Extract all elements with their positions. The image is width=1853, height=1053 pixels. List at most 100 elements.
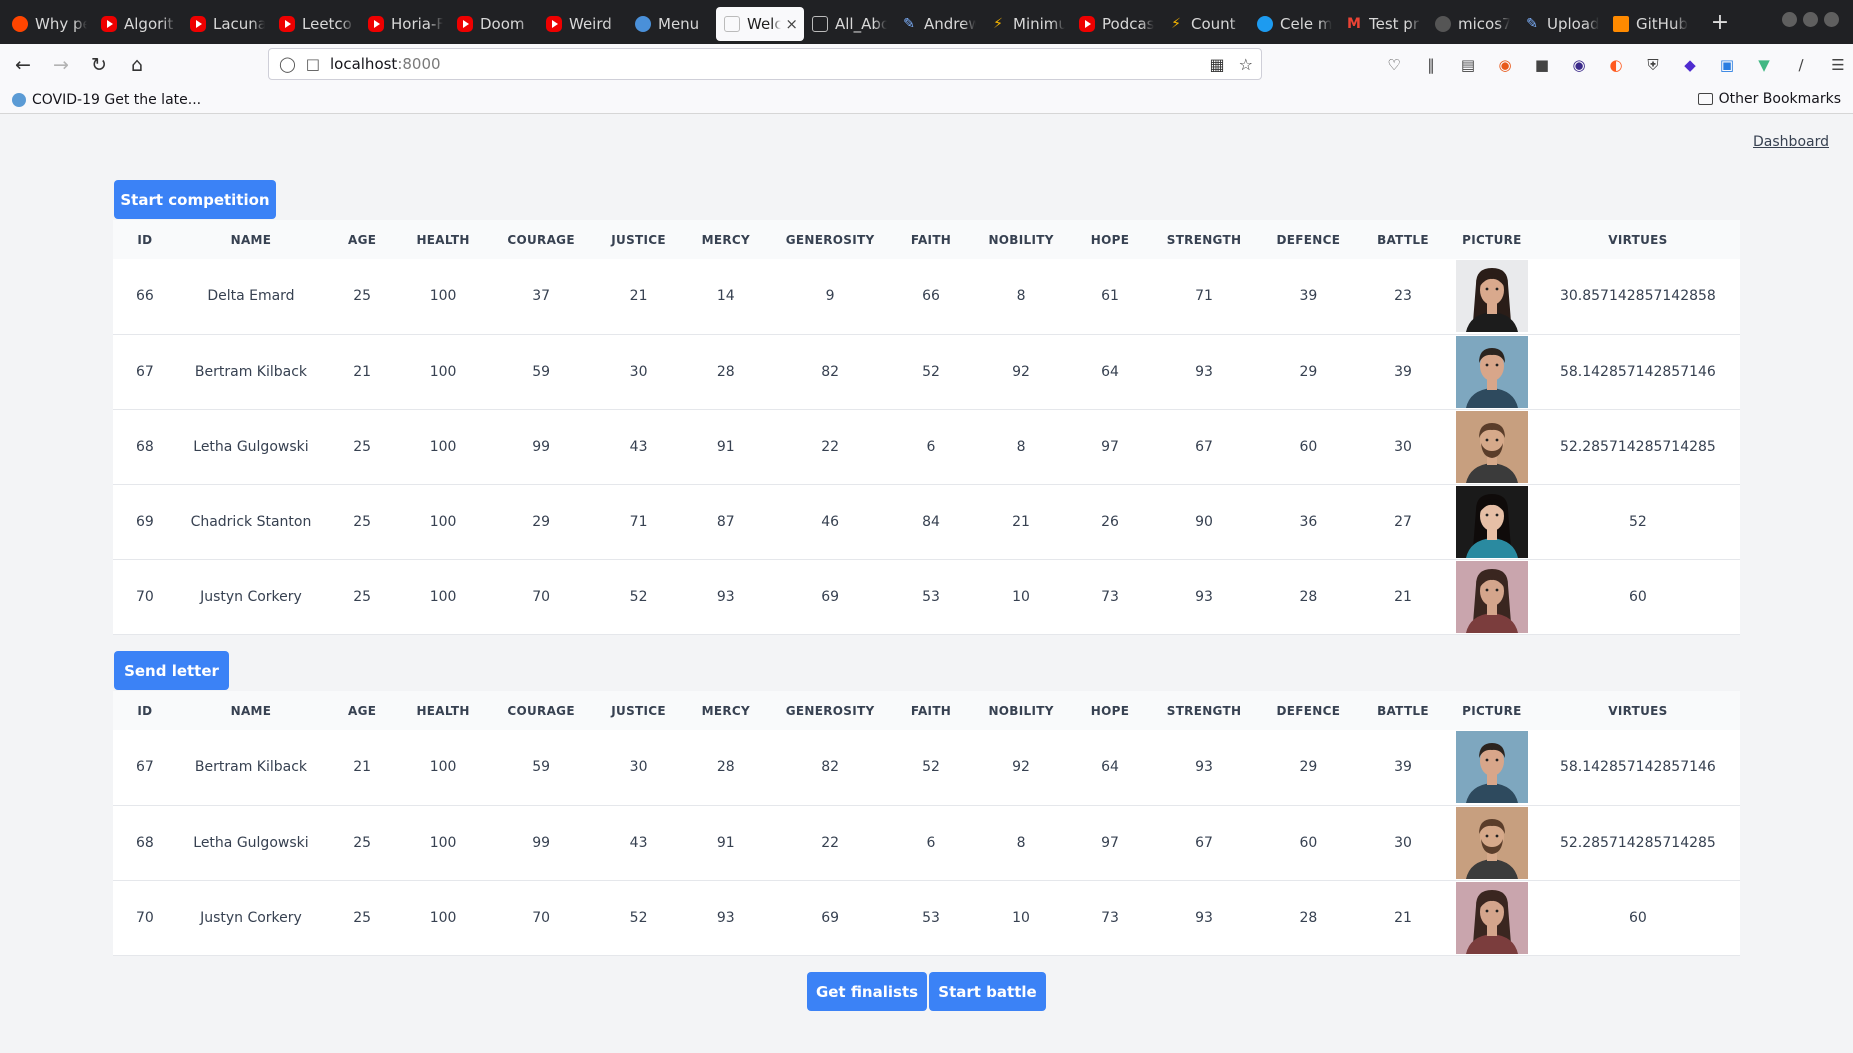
cell-battle: 23 bbox=[1357, 259, 1449, 335]
address-bar[interactable]: ◯ □ localhost:8000 ▦ ☆ bbox=[268, 48, 1262, 80]
cell-justice: 52 bbox=[595, 559, 682, 635]
letters-table: ID NAME AGE HEALTH COURAGE JUSTICE MERCY GENERO… bbox=[113, 691, 1740, 956]
browser-tab[interactable]: Podcas bbox=[1071, 7, 1160, 41]
start-battle-button[interactable]: Start battle bbox=[929, 972, 1046, 1011]
tab-title: Lacuna bbox=[213, 15, 265, 33]
browser-tab[interactable]: GitHub bbox=[1605, 7, 1694, 41]
home-icon[interactable]: ⌂ bbox=[122, 50, 152, 80]
column-header-mercy: MERCY bbox=[701, 232, 750, 247]
pocket-icon[interactable]: ♡ bbox=[1382, 53, 1406, 77]
get-finalists-button[interactable]: Get finalists bbox=[807, 972, 927, 1011]
qr-code-icon[interactable]: ▦ bbox=[1210, 55, 1225, 74]
tab-title: Upload bbox=[1547, 15, 1599, 33]
cell-strength: 90 bbox=[1149, 484, 1259, 560]
column-header-defence: DEFENCE bbox=[1276, 703, 1341, 718]
extension-f-icon[interactable]: ▣ bbox=[1715, 53, 1739, 77]
browser-tab[interactable]: Why pe bbox=[4, 7, 93, 41]
tab-title: Weird bbox=[569, 15, 612, 33]
cell-name: Bertram Kilback bbox=[176, 334, 326, 410]
avatar bbox=[1455, 485, 1528, 558]
cell-id: 70 bbox=[113, 880, 177, 956]
other-bookmarks[interactable]: Other Bookmarks bbox=[1697, 91, 1841, 107]
column-header-health: HEALTH bbox=[416, 232, 470, 247]
browser-tab[interactable]: ✎ Upload bbox=[1516, 7, 1605, 41]
dashboard-link[interactable]: Dashboard bbox=[1753, 134, 1829, 150]
column-header-age: AGE bbox=[348, 703, 377, 718]
shield-icon[interactable]: ⛨ bbox=[1641, 53, 1665, 77]
cell-id: 66 bbox=[113, 259, 177, 335]
extension-slash-icon[interactable]: ∕ bbox=[1789, 53, 1813, 77]
column-header-strength: STRENGTH bbox=[1166, 703, 1242, 718]
browser-tab[interactable]: ✎ Andrew bbox=[893, 7, 982, 41]
close-tab-icon[interactable]: × bbox=[785, 15, 798, 33]
cell-hope: 26 bbox=[1070, 484, 1150, 560]
bookmark-star-icon[interactable]: ☆ bbox=[1239, 55, 1253, 74]
browser-tab[interactable]: Lacuna bbox=[182, 7, 271, 41]
cell-virtues: 52.285714285714285 bbox=[1535, 805, 1740, 881]
cell-mercy: 28 bbox=[681, 334, 770, 410]
maximize-icon[interactable] bbox=[1803, 12, 1818, 27]
cell-hope: 97 bbox=[1070, 409, 1150, 485]
start-competition-button[interactable]: Start competition bbox=[114, 180, 276, 219]
cell-generosity: 82 bbox=[769, 730, 891, 806]
column-header-age: AGE bbox=[348, 232, 377, 247]
browser-tab[interactable]: Weird bbox=[538, 7, 627, 41]
browser-tab[interactable]: Welcom× bbox=[716, 7, 804, 41]
forward-arrow-icon[interactable]: → bbox=[46, 50, 76, 80]
tab-title: GitHub bbox=[1636, 15, 1688, 33]
browser-tab[interactable]: micos7 bbox=[1427, 7, 1516, 41]
table-row: 67 Bertram Kilback 21 100 59 30 28 82 52 92 64 93 29… bbox=[113, 334, 1740, 410]
cell-strength: 93 bbox=[1149, 880, 1259, 956]
back-arrow-icon[interactable]: ← bbox=[8, 50, 38, 80]
browser-tab[interactable]: Cele m bbox=[1249, 7, 1338, 41]
extension-eye-icon[interactable]: ◉ bbox=[1567, 53, 1591, 77]
cell-hope: 73 bbox=[1070, 880, 1150, 956]
browser-tab[interactable]: ⚡ Count bbox=[1160, 7, 1249, 41]
cell-name: Justyn Corkery bbox=[176, 880, 326, 956]
column-header-battle: BATTLE bbox=[1377, 703, 1429, 718]
vue-devtools-icon[interactable]: ▼ bbox=[1752, 53, 1776, 77]
table-row: 67 Bertram Kilback 21 100 59 30 28 82 52 92 64 93 29… bbox=[113, 730, 1740, 806]
cell-health: 100 bbox=[399, 484, 487, 560]
close-window-icon[interactable] bbox=[1824, 12, 1839, 27]
cell-mercy: 28 bbox=[681, 730, 770, 806]
browser-tab[interactable]: Doom bbox=[449, 7, 538, 41]
cell-nobility: 8 bbox=[971, 409, 1071, 485]
browser-tab[interactable]: Algorit bbox=[93, 7, 182, 41]
browser-tab[interactable]: All_About bbox=[804, 7, 893, 41]
column-header-id: ID bbox=[137, 232, 153, 247]
browser-tab[interactable]: ⚡ Minimu bbox=[982, 7, 1071, 41]
cell-mercy: 87 bbox=[681, 484, 770, 560]
library-icon[interactable]: ‖ bbox=[1419, 53, 1443, 77]
competitors-table: ID NAME AGE HEALTH COURAGE JUSTICE MERCY GENERO… bbox=[113, 220, 1740, 635]
reload-icon[interactable]: ↻ bbox=[84, 50, 114, 80]
sidebar-icon[interactable]: ▤ bbox=[1456, 53, 1480, 77]
cell-virtues: 58.142857142857146 bbox=[1535, 730, 1740, 806]
bookmarks-bar: COVID-19 Get the late... Other Bookmarks bbox=[0, 86, 1853, 114]
cell-health: 100 bbox=[399, 409, 487, 485]
extension-c-icon[interactable]: ◐ bbox=[1604, 53, 1628, 77]
cell-nobility: 92 bbox=[971, 334, 1071, 410]
browser-tab[interactable]: Horia-F bbox=[360, 7, 449, 41]
cell-nobility: 92 bbox=[971, 730, 1071, 806]
globe-icon bbox=[635, 16, 651, 32]
extension-grid-icon[interactable]: ■ bbox=[1530, 53, 1554, 77]
browser-tab[interactable]: Menu bbox=[627, 7, 716, 41]
table-row: 68 Letha Gulgowski 25 100 99 43 91 22 6 8 97 67 60 30… bbox=[113, 805, 1740, 881]
browser-tab[interactable]: Leetco bbox=[271, 7, 360, 41]
browser-tab[interactable]: M Test pr bbox=[1338, 7, 1427, 41]
minimize-icon[interactable] bbox=[1782, 12, 1797, 27]
cell-courage: 59 bbox=[486, 334, 596, 410]
tracking-protection-icon[interactable]: ◯ bbox=[279, 55, 296, 73]
tab-title: Menu bbox=[658, 15, 700, 33]
extension-diamond-icon[interactable]: ◆ bbox=[1678, 53, 1702, 77]
cell-faith: 52 bbox=[890, 334, 972, 410]
new-tab-icon[interactable]: + bbox=[1708, 10, 1732, 35]
menu-hamburger-icon[interactable]: ☰ bbox=[1826, 53, 1850, 77]
extension-orange-icon[interactable]: ◉ bbox=[1493, 53, 1517, 77]
send-letter-button[interactable]: Send letter bbox=[114, 651, 229, 690]
cell-strength: 67 bbox=[1149, 409, 1259, 485]
cell-courage: 37 bbox=[486, 259, 596, 335]
tab-title: Andrew bbox=[924, 15, 976, 33]
bookmark-covid[interactable]: COVID-19 Get the late... bbox=[12, 92, 201, 108]
